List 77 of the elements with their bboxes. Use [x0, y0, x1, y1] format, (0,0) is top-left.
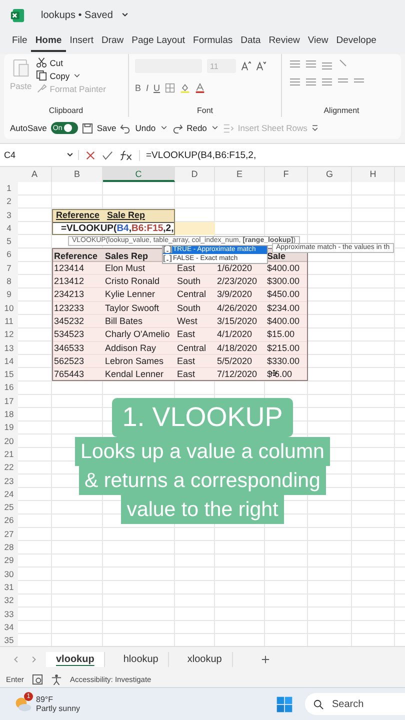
table-cell: South	[175, 302, 215, 315]
temperature: 89°F	[36, 695, 54, 704]
table-cell: 123233	[52, 302, 103, 315]
table-cell: Addison Ray	[103, 342, 175, 355]
table-cell: 213412	[52, 275, 103, 288]
table-cell: Central	[175, 342, 215, 355]
table-cell: 7/12/2020	[215, 368, 265, 382]
table-cell: $400.00	[265, 314, 308, 328]
table-cell: Charly O'Amelio	[103, 328, 175, 342]
ribbon-tab[interactable]: View	[304, 32, 332, 52]
table-cell: Bill Bates	[103, 314, 175, 328]
undo-button[interactable]: Undo	[135, 123, 156, 133]
table-cell: 562523	[52, 354, 103, 368]
table-cell: $300.00	[265, 275, 308, 288]
group-label: Alignment	[322, 106, 360, 115]
table-cell: $15.00	[265, 328, 308, 342]
ribbon-tab[interactable]: Home	[31, 32, 66, 52]
redo-button[interactable]: Redo	[186, 123, 207, 133]
formula-field[interactable]: =VLOOKUP(B4,B6:F15,2,	[139, 150, 256, 160]
table-cell: 3/9/2020	[215, 288, 265, 302]
save-button[interactable]: Save	[96, 123, 116, 133]
column-header[interactable]: C	[103, 167, 175, 182]
ribbon-tab[interactable]: Data	[236, 32, 265, 52]
table-cell: 4/1/2020	[215, 328, 265, 342]
italic-button[interactable]: I	[146, 83, 149, 93]
weather-text: Partly sunny	[36, 704, 80, 713]
table-cell: 2/23/2020	[215, 275, 265, 288]
sheet-tab[interactable]: hlookup	[113, 652, 170, 666]
autosave-label: AutoSave	[10, 123, 47, 133]
group-label: Clipboard	[48, 106, 84, 115]
table-header-cell: Sale Rep	[103, 208, 175, 222]
table-cell: $234.00	[265, 302, 308, 315]
name-box[interactable]: C4	[4, 150, 79, 160]
copy-label[interactable]: Copy	[50, 70, 70, 80]
ribbon-tab[interactable]: Formulas	[189, 32, 237, 52]
workbook-title[interactable]: lookups • Saved	[41, 10, 113, 20]
table-cell: 4/18/2020	[215, 342, 265, 355]
table-cell: South	[175, 275, 215, 288]
ribbon-tab[interactable]: Develope	[332, 32, 380, 52]
ribbon-tab[interactable]: Draw	[97, 32, 128, 52]
ribbon-tab[interactable]: Review	[264, 32, 304, 52]
table-cell: 3/15/2020	[215, 314, 265, 328]
table-cell: Kylie Lenner	[103, 288, 175, 302]
table-cell: East	[175, 368, 215, 382]
sheet-tab[interactable]: vlookup	[46, 652, 106, 666]
ribbon-tab[interactable]: Page Layout	[128, 32, 190, 52]
table-header-cell: Reference	[52, 248, 103, 262]
table-cell: 346533	[52, 342, 103, 355]
caption-title: 1. VLOOKUP	[112, 398, 293, 437]
table-cell: 345232	[52, 314, 103, 328]
bold-button[interactable]: B	[135, 83, 142, 93]
table-cell: East	[175, 328, 215, 342]
table-cell: $450.00	[265, 288, 308, 302]
table-cell: East	[175, 354, 215, 368]
table-cell: 234213	[52, 288, 103, 302]
table-cell: 5/5/2020	[215, 354, 265, 368]
table-cell: West	[175, 314, 215, 328]
ribbon-tab[interactable]: File	[8, 32, 32, 52]
table-cell: Central	[175, 288, 215, 302]
table-cell: Lebron Sames	[103, 354, 175, 368]
underline-button[interactable]: U	[154, 83, 160, 93]
ribbon-tab[interactable]: Insert	[66, 32, 98, 52]
table-cell: 534523	[52, 328, 103, 342]
table-cell: 4/26/2020	[215, 302, 265, 315]
table-cell: Elon Must	[103, 262, 175, 276]
cut-label[interactable]: Cut	[50, 58, 63, 68]
table-header-cell: Reference	[52, 208, 103, 222]
table-cell: 765443	[52, 368, 103, 382]
group-label: Font	[196, 106, 214, 115]
sheet-tab[interactable]: xlookup	[177, 652, 233, 666]
table-cell: Cristo Ronald	[103, 275, 175, 288]
table-cell: Taylor Swooft	[103, 302, 175, 315]
table-cell: 123414	[52, 262, 103, 276]
table-cell: $330.00	[265, 354, 308, 368]
search-field[interactable]: Search	[305, 693, 405, 715]
table-cell: Kendal Lenner	[103, 368, 175, 382]
table-cell: $215.00	[265, 342, 308, 355]
